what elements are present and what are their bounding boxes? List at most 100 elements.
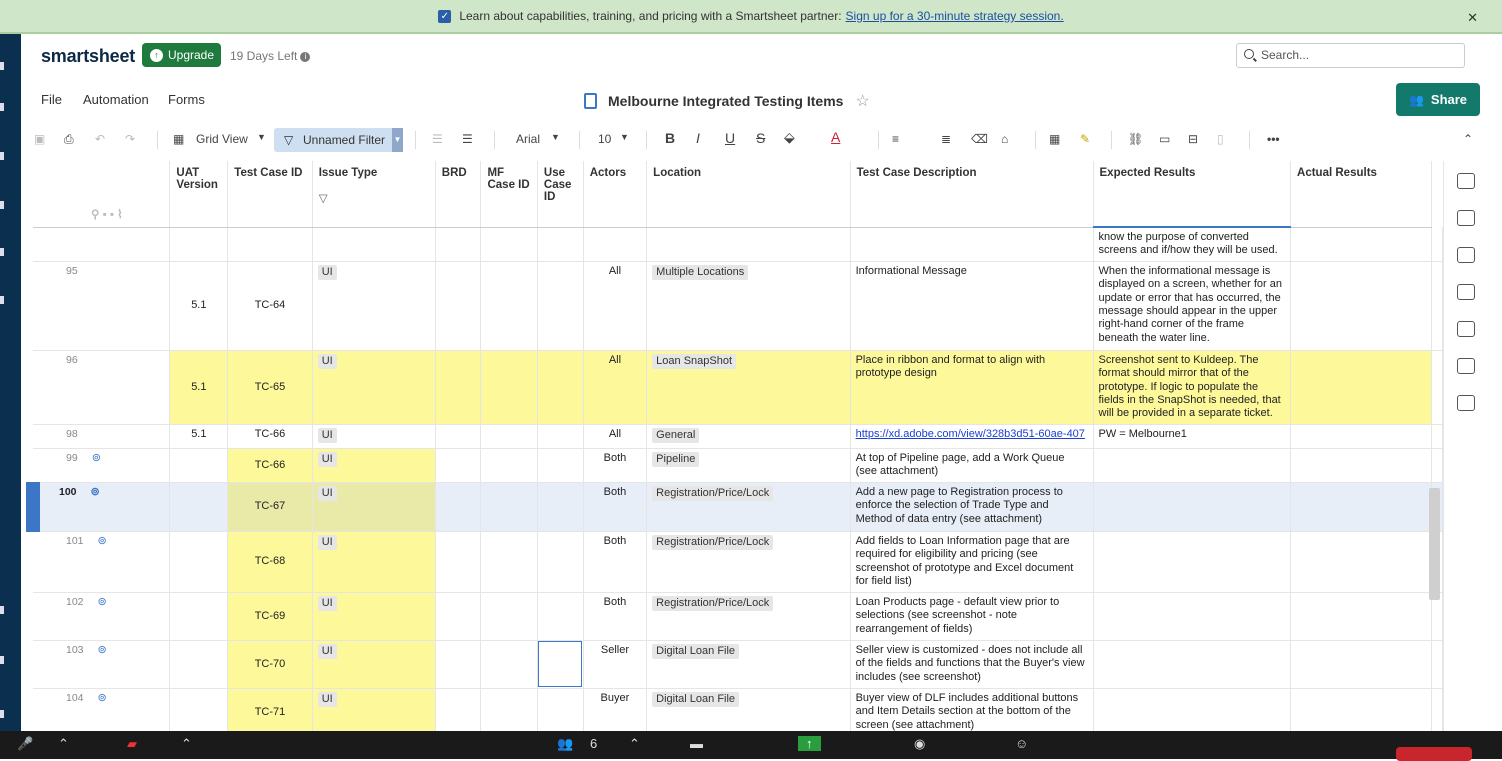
camera-off-icon[interactable]: ▰	[127, 736, 137, 752]
summary-icon[interactable]	[1456, 395, 1475, 411]
col-actual-results[interactable]: Actual Results	[1290, 161, 1432, 228]
cell-test-case-id[interactable]: TC-66	[227, 448, 313, 483]
row-number[interactable]: 103 ⊚	[33, 640, 171, 689]
cell-test-case-id[interactable]	[227, 227, 313, 262]
cell-uat-version[interactable]: 5.1	[169, 424, 229, 449]
cell-actors[interactable]: Both	[583, 482, 648, 532]
cell-location[interactable]: General	[646, 424, 851, 449]
print-icon[interactable]: ⎙	[64, 132, 74, 147]
chevron-up-icon[interactable]: ⌃	[629, 736, 640, 752]
cell-brd[interactable]	[435, 531, 482, 593]
cell-actual-results[interactable]	[1290, 350, 1432, 425]
menu-forms[interactable]: Forms	[168, 92, 205, 107]
cell-expected-results[interactable]	[1093, 592, 1292, 641]
table-row[interactable]: 98 5.1 TC-66 UI All General https://xd.adobe.c…	[33, 424, 1443, 449]
record-icon[interactable]: ◉	[914, 736, 925, 752]
cell-extra[interactable]	[1431, 261, 1443, 351]
redo-icon[interactable]: ↷	[125, 132, 135, 146]
image-icon[interactable]: ▭	[1159, 132, 1170, 146]
cell-mf-case-id[interactable]	[480, 227, 538, 262]
cell-actors[interactable]: Both	[583, 448, 648, 483]
proofs-icon[interactable]	[1456, 247, 1475, 263]
table-row[interactable]: know the purpose of converted screens an…	[33, 227, 1443, 262]
col-issue-type[interactable]: Issue Type ▽	[312, 161, 436, 228]
cell-use-case-id[interactable]	[537, 688, 584, 731]
align-icon[interactable]: ≡	[892, 132, 899, 146]
cell-test-case-description[interactable]	[850, 227, 1094, 262]
row-number[interactable]: 95	[33, 261, 171, 351]
cell-test-case-description[interactable]: Loan Products page - default view prior …	[850, 592, 1094, 641]
cell-actors[interactable]: Both	[583, 592, 648, 641]
cell-issue-type[interactable]: UI	[312, 261, 436, 351]
strikethrough-icon[interactable]: S	[756, 130, 765, 146]
cell-actors[interactable]: Buyer	[583, 688, 648, 731]
cell-test-case-id[interactable]: TC-67	[227, 482, 313, 532]
format-painter-icon[interactable]: ⌂	[1001, 132, 1008, 146]
cell-actors[interactable]: All	[583, 261, 648, 351]
cell-location[interactable]: Registration/Price/Lock	[646, 592, 851, 641]
cell-issue-type[interactable]: UI	[312, 448, 436, 483]
attachment-icon[interactable]: ⊚	[98, 644, 107, 656]
cell-issue-type[interactable]: UI	[312, 592, 436, 641]
star-icon[interactable]: ☆	[855, 91, 869, 111]
cell-use-case-id[interactable]	[537, 350, 584, 425]
table-row[interactable]: 99 ⊚ TC-66 UI Both Pipeline At top of Pipeline…	[33, 448, 1443, 483]
cell-expected-results[interactable]: PW = Melbourne1	[1093, 424, 1292, 449]
cell-extra[interactable]	[1431, 688, 1443, 731]
table-row[interactable]: 103 ⊚ TC-70 UI Seller Digital Loan File Seller…	[33, 640, 1443, 689]
cell-location[interactable]	[646, 227, 851, 262]
filter-dropdown-icon[interactable]: ▼	[392, 128, 403, 152]
cell-location[interactable]: Pipeline	[646, 448, 851, 483]
link-icon[interactable]: ⛓	[1128, 132, 1143, 146]
cell-test-case-id[interactable]: TC-66	[227, 424, 313, 449]
wrap-icon[interactable]: ≣	[941, 132, 951, 146]
highlight-icon[interactable]: ✎	[1080, 132, 1090, 146]
table-row[interactable]: 96 5.1 TC-65 UI All Loan SnapShot Place in rib…	[33, 350, 1443, 425]
chevron-up-icon[interactable]: ⌃	[58, 736, 69, 752]
col-expected-results[interactable]: Expected Results	[1093, 161, 1292, 228]
attachment-icon[interactable]: ⊚	[98, 535, 107, 547]
update-requests-icon[interactable]	[1456, 284, 1475, 300]
cell-extra[interactable]	[1431, 424, 1443, 449]
cell-use-case-id[interactable]	[537, 424, 584, 449]
cell-expected-results[interactable]	[1093, 482, 1292, 532]
cell-expected-results[interactable]: know the purpose of converted screens an…	[1093, 227, 1292, 262]
cell-test-case-id[interactable]: TC-65	[227, 350, 313, 425]
cell-location[interactable]: Registration/Price/Lock	[646, 531, 851, 593]
menu-file[interactable]: File	[41, 92, 62, 107]
cell-location[interactable]: Loan SnapShot	[646, 350, 851, 425]
cell-test-case-description[interactable]: Add fields to Loan Information page that…	[850, 531, 1094, 593]
cell-brd[interactable]	[435, 688, 482, 731]
cell-expected-results[interactable]	[1093, 688, 1292, 731]
cell-brd[interactable]	[435, 350, 482, 425]
font-size-select[interactable]: 10	[598, 132, 611, 146]
participants-icon[interactable]: 👥	[557, 736, 573, 752]
cell-expected-results[interactable]: When the informational message is displa…	[1093, 261, 1292, 351]
attachment-icon[interactable]: ⊚	[98, 596, 107, 608]
cell-brd[interactable]	[435, 448, 482, 483]
row-number[interactable]: 96	[33, 350, 171, 425]
cell-extra[interactable]	[1431, 640, 1443, 689]
cell-actual-results[interactable]	[1290, 688, 1432, 731]
table-row[interactable]: 100 ⊚ TC-67 UI Both Registration/Price/Lock Ad…	[26, 482, 1443, 532]
eraser-icon[interactable]: ⌫	[971, 132, 988, 146]
cell-issue-type[interactable]: UI	[312, 482, 436, 532]
cell-brd[interactable]	[435, 640, 482, 689]
italic-icon[interactable]: I	[696, 130, 700, 146]
table-row[interactable]: 95 5.1 TC-64 UI All Multiple Locations Informa…	[33, 261, 1443, 351]
cell-mf-case-id[interactable]	[480, 640, 538, 689]
fill-color-icon[interactable]: ⬙	[784, 129, 795, 146]
row-number[interactable]: 100 ⊚	[26, 482, 171, 532]
underline-icon[interactable]: U	[725, 130, 735, 146]
cell-issue-type[interactable]: UI	[312, 640, 436, 689]
col-brd[interactable]: BRD	[435, 161, 482, 228]
cell-uat-version[interactable]	[169, 482, 229, 532]
cell-actors[interactable]: All	[583, 350, 648, 425]
share-button[interactable]: 👥 Share	[1396, 83, 1480, 116]
row-number[interactable]: 104 ⊚	[33, 688, 171, 731]
col-location[interactable]: Location	[646, 161, 851, 228]
info-icon[interactable]: i	[300, 51, 311, 62]
cell-issue-type[interactable]: UI	[312, 531, 436, 593]
more-icon[interactable]: •••	[1267, 132, 1280, 146]
cell-issue-type[interactable]: UI	[312, 424, 436, 449]
